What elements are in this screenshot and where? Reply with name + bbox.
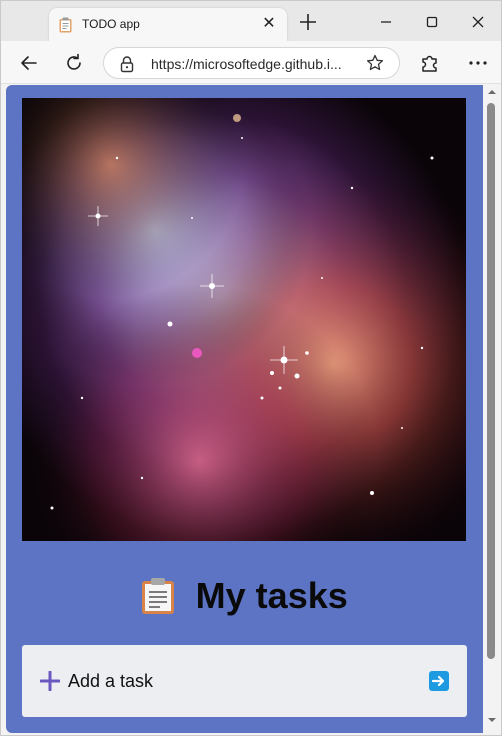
heading-text: My tasks: [195, 575, 348, 616]
page-title: My tasks: [6, 575, 483, 621]
maximize-icon: [426, 16, 438, 28]
more-menu-button[interactable]: [465, 50, 491, 76]
minimize-icon: [381, 21, 391, 23]
vertical-scrollbar[interactable]: [483, 85, 501, 733]
ellipsis-icon: [469, 61, 487, 65]
puzzle-icon: [422, 55, 437, 72]
add-task-form: [22, 645, 467, 717]
minimize-button[interactable]: [375, 11, 397, 33]
lock-icon: [120, 56, 134, 73]
back-button[interactable]: [16, 50, 42, 76]
address-bar[interactable]: https://microsoftedge.github.i...: [103, 47, 400, 79]
reload-icon: [67, 53, 81, 70]
extensions-button[interactable]: [417, 50, 443, 76]
plus-icon: [300, 14, 316, 30]
clipboard-icon: [59, 17, 72, 33]
browser-toolbar: https://microsoftedge.github.i...: [1, 41, 501, 84]
tab-title: TODO app: [82, 17, 140, 31]
star-icon[interactable]: [365, 53, 385, 73]
new-tab-button[interactable]: [297, 11, 319, 33]
reload-button[interactable]: [61, 50, 87, 76]
scrollbar-thumb[interactable]: [487, 103, 495, 659]
tab-todo-app[interactable]: TODO app ✕: [49, 8, 287, 41]
plus-icon: [40, 671, 60, 691]
close-icon: [472, 16, 484, 28]
close-icon[interactable]: ✕: [259, 14, 279, 34]
add-task-input[interactable]: [68, 665, 408, 697]
url-text: https://microsoftedge.github.i...: [151, 56, 342, 72]
scroll-down-arrow-icon[interactable]: [487, 715, 497, 725]
scroll-up-arrow-icon[interactable]: [487, 87, 497, 97]
tab-strip: TODO app ✕: [1, 1, 501, 41]
clipboard-emoji: [142, 578, 175, 614]
browser-window: TODO app ✕ https://microsoftedge.github.…: [0, 0, 502, 736]
page-viewport: My tasks: [6, 85, 483, 733]
maximize-button[interactable]: [421, 11, 443, 33]
right-arrow-icon[interactable]: [429, 671, 449, 691]
window-close-button[interactable]: [467, 11, 489, 33]
nebula-space-image: [22, 98, 466, 541]
arrow-left-icon: [21, 56, 37, 70]
